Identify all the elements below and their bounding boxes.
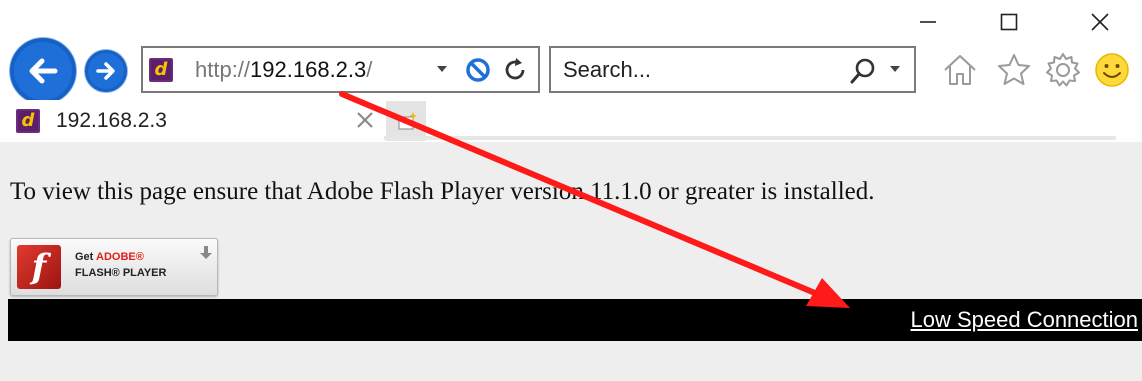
url-host: 192.168.2.3	[250, 56, 367, 82]
search-input[interactable]	[563, 56, 823, 84]
page-content: To view this page ensure that Adobe Flas…	[0, 142, 1142, 381]
tab-strip-divider	[384, 136, 1116, 140]
flash-badge-line1: Get ADOBE®	[75, 251, 144, 263]
new-tab-icon	[398, 112, 417, 130]
url-path: /	[366, 56, 373, 82]
search-box[interactable]	[549, 46, 916, 93]
tab-close-icon[interactable]	[354, 109, 376, 131]
address-url[interactable]: http://192.168.2.3/	[195, 57, 372, 83]
favorites-button[interactable]	[994, 50, 1034, 90]
back-arrow-icon	[29, 58, 58, 84]
address-dropdown-icon[interactable]	[435, 62, 449, 76]
maximize-icon	[1000, 13, 1018, 31]
low-speed-connection-link[interactable]: Low Speed Connection	[911, 307, 1139, 333]
home-icon	[944, 55, 976, 85]
feedback-button[interactable]	[1092, 50, 1132, 90]
tab-title: 192.168.2.3	[56, 109, 167, 132]
forward-arrow-icon	[96, 62, 115, 80]
flash-required-message: To view this page ensure that Adobe Flas…	[10, 178, 875, 205]
back-button[interactable]	[10, 38, 76, 104]
search-icon[interactable]	[848, 56, 878, 86]
minimize-icon	[920, 21, 936, 23]
address-bar[interactable]: d http://192.168.2.3/	[141, 46, 540, 93]
minimize-button[interactable]	[905, 6, 951, 38]
stop-icon[interactable]	[465, 57, 491, 83]
get-flash-player-button[interactable]: f Get ADOBE® FLASH® PLAYER	[10, 238, 218, 296]
smiley-icon	[1095, 53, 1129, 87]
tab-favicon-icon: d	[16, 109, 40, 133]
forward-button[interactable]	[85, 50, 127, 92]
download-arrow-icon	[200, 246, 212, 259]
gear-icon	[1046, 53, 1080, 87]
flash-badge-line2: FLASH® PLAYER	[75, 267, 167, 279]
refresh-icon[interactable]	[501, 56, 529, 84]
search-dropdown-icon[interactable]	[888, 62, 902, 76]
close-icon	[1091, 13, 1109, 31]
new-tab-button[interactable]	[386, 101, 426, 141]
flash-logo-icon: f	[17, 245, 61, 289]
home-button[interactable]	[940, 50, 980, 90]
url-scheme: http://	[195, 56, 251, 82]
close-window-button[interactable]	[1077, 6, 1123, 38]
star-icon	[998, 54, 1030, 85]
site-favicon-icon: d	[149, 57, 173, 82]
connection-bar: Low Speed Connection	[8, 299, 1142, 341]
browser-tab[interactable]: d 192.168.2.3	[8, 100, 384, 142]
maximize-button[interactable]	[986, 6, 1032, 38]
settings-button[interactable]	[1043, 50, 1083, 90]
